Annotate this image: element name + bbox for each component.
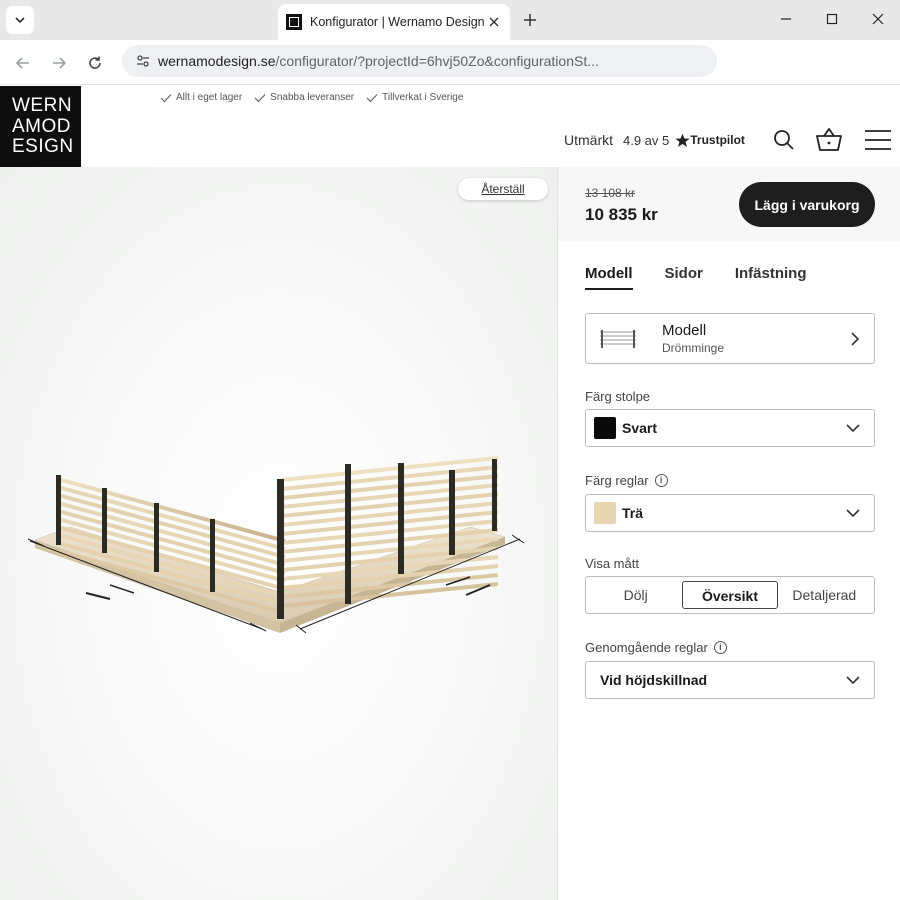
tab-title: Konfigurator | Wernamo Design bbox=[310, 15, 485, 29]
minimize-icon bbox=[781, 18, 791, 20]
tab-infastning[interactable]: Infästning bbox=[735, 265, 807, 290]
forward-button[interactable] bbox=[48, 52, 70, 74]
chevron-down-icon bbox=[846, 676, 860, 685]
usp-bar: Allt i eget lager Snabba leveranser Till… bbox=[160, 92, 463, 103]
arrow-left-icon bbox=[15, 57, 29, 69]
fence-thumbnail-icon bbox=[600, 329, 636, 348]
dimensions-toggle: Dölj Översikt Detaljerad bbox=[585, 576, 875, 614]
through-rails-label-text: Genomgående reglar bbox=[585, 640, 708, 655]
usp-label: Allt i eget lager bbox=[176, 92, 243, 103]
trust-label: Utmärkt bbox=[564, 132, 613, 148]
trustpilot-brand: Trustpilot bbox=[690, 133, 745, 147]
close-icon bbox=[489, 17, 499, 27]
site-logo[interactable]: WERN AMOD ESIGN bbox=[0, 86, 81, 167]
through-rails-select[interactable]: Vid höjdskillnad bbox=[585, 661, 875, 699]
rail-color-value: Trä bbox=[622, 505, 644, 521]
model-value: Drömminge bbox=[662, 341, 725, 355]
site-favicon-icon bbox=[286, 14, 302, 30]
usp-item: Allt i eget lager bbox=[160, 92, 242, 103]
tab-search-button[interactable] bbox=[6, 6, 34, 34]
menu-button[interactable] bbox=[864, 127, 892, 153]
logo-line: ESIGN bbox=[12, 136, 74, 157]
reload-button[interactable] bbox=[84, 52, 106, 74]
original-price: 13 108 kr bbox=[585, 186, 636, 200]
model-selector[interactable]: Modell Drömminge bbox=[585, 313, 875, 364]
browser-tab-bar: Konfigurator | Wernamo Design bbox=[0, 0, 900, 40]
chevron-down-icon bbox=[15, 17, 25, 24]
through-rails-label: Genomgående reglar i bbox=[585, 640, 727, 655]
post-color-select[interactable]: Svart bbox=[585, 409, 875, 447]
3d-viewer[interactable] bbox=[0, 167, 557, 900]
check-icon bbox=[160, 93, 172, 102]
new-tab-button[interactable] bbox=[520, 10, 540, 30]
plus-icon bbox=[524, 14, 536, 26]
dimensions-label: Visa mått bbox=[585, 556, 639, 571]
trustpilot-logo: Trustpilot bbox=[675, 133, 745, 148]
usp-label: Tillverkat i Sverige bbox=[382, 92, 464, 103]
color-swatch bbox=[594, 502, 616, 524]
trust-rating: 4.9 av 5 bbox=[623, 132, 670, 148]
back-button[interactable] bbox=[12, 52, 34, 74]
model-title: Modell bbox=[662, 322, 707, 339]
cart-button[interactable] bbox=[816, 127, 842, 153]
dimensions-option-detailed[interactable]: Detaljerad bbox=[778, 581, 871, 609]
info-icon[interactable]: i bbox=[713, 641, 727, 654]
config-tabs: Modell Sidor Infästning bbox=[585, 265, 807, 290]
dimensions-option-hide[interactable]: Dölj bbox=[589, 581, 682, 609]
reload-icon bbox=[89, 56, 101, 69]
current-price: 10 835 kr bbox=[585, 205, 658, 224]
rail-color-select[interactable]: Trä bbox=[585, 494, 875, 532]
add-to-cart-button[interactable]: Lägg i varukorg bbox=[739, 182, 875, 227]
color-swatch bbox=[594, 417, 616, 439]
basket-icon bbox=[816, 128, 842, 151]
maximize-icon bbox=[826, 13, 838, 25]
url-text: wernamodesign.se/configurator/?projectId… bbox=[158, 53, 599, 69]
star-icon bbox=[675, 133, 690, 147]
rail-color-label-text: Färg reglar bbox=[585, 473, 649, 488]
configurator-panel: 13 108 kr 10 835 kr Lägg i varukorg Mode… bbox=[557, 167, 900, 900]
check-icon bbox=[366, 93, 378, 102]
logo-line: AMOD bbox=[12, 115, 71, 137]
chevron-down-icon bbox=[846, 509, 860, 518]
tab-close-button[interactable] bbox=[486, 14, 502, 30]
url-host: wernamodesign.se bbox=[158, 53, 276, 69]
dimensions-label-text: Visa mått bbox=[585, 556, 639, 571]
usp-item: Snabba leveranser bbox=[254, 92, 354, 103]
check-icon bbox=[254, 93, 266, 102]
post-color-value: Svart bbox=[622, 420, 658, 436]
dimensions-option-overview[interactable]: Översikt bbox=[682, 581, 778, 609]
chevron-right-icon bbox=[851, 332, 860, 346]
close-window-button[interactable] bbox=[866, 8, 890, 30]
arrow-right-icon bbox=[53, 57, 67, 69]
post-color-label: Färg stolpe bbox=[585, 389, 650, 404]
search-button[interactable] bbox=[771, 127, 797, 153]
tab-sidor[interactable]: Sidor bbox=[665, 265, 703, 290]
post-color-label-text: Färg stolpe bbox=[585, 389, 651, 404]
usp-label: Snabba leveranser bbox=[270, 92, 355, 103]
through-rails-value: Vid höjdskillnad bbox=[600, 672, 708, 688]
rail-color-label: Färg reglar i bbox=[585, 473, 668, 488]
info-icon[interactable]: i bbox=[654, 474, 668, 487]
hamburger-menu-icon bbox=[865, 130, 891, 150]
price-box: 13 108 kr 10 835 kr Lägg i varukorg bbox=[558, 167, 900, 241]
fence-render bbox=[27, 456, 525, 634]
maximize-button[interactable] bbox=[820, 8, 844, 30]
chevron-down-icon bbox=[846, 424, 860, 433]
site-settings-icon[interactable] bbox=[132, 50, 154, 72]
trustpilot-widget[interactable]: Utmärkt 4.9 av 5 Trustpilot bbox=[564, 132, 745, 148]
browser-toolbar: wernamodesign.se/configurator/?projectId… bbox=[0, 40, 900, 85]
usp-item: Tillverkat i Sverige bbox=[366, 92, 463, 103]
url-path: /configurator/?projectId=6hvj50Zo&config… bbox=[275, 53, 599, 69]
tab-modell[interactable]: Modell bbox=[585, 265, 633, 290]
minimize-button[interactable] bbox=[774, 8, 798, 30]
address-bar[interactable]: wernamodesign.se/configurator/?projectId… bbox=[122, 45, 717, 77]
reset-button[interactable]: Återställ bbox=[458, 178, 548, 200]
logo-line: WERN bbox=[12, 95, 73, 116]
browser-tab[interactable]: Konfigurator | Wernamo Design bbox=[278, 4, 510, 40]
close-icon bbox=[872, 13, 884, 25]
search-icon bbox=[774, 130, 794, 150]
